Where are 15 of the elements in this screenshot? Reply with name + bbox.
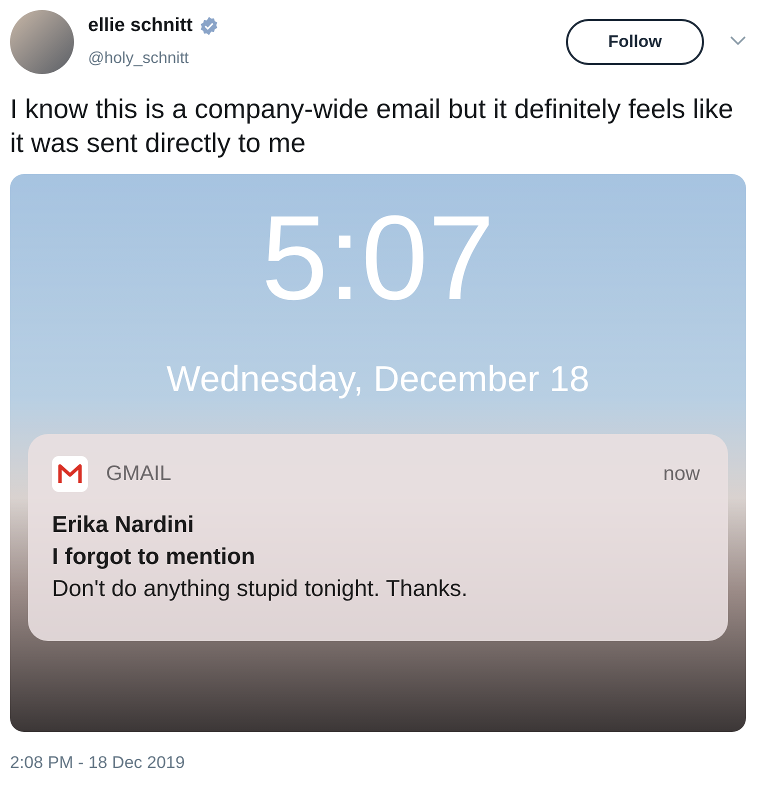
notification-card[interactable]: GMAIL now Erika Nardini I forgot to mention Don't do anything stupid tonight. Thanks. — [28, 434, 728, 641]
tweet-timestamp[interactable]: 2:08 PM - 18 Dec 2019 — [10, 750, 758, 776]
follow-button[interactable]: Follow — [566, 19, 704, 65]
notification-subject: I forgot to mention — [52, 542, 256, 571]
notification-sender: Erika Nardini — [52, 510, 195, 539]
mail-app-icon — [52, 456, 88, 492]
notification-body: Don't do anything stupid tonight. Thanks. — [52, 574, 469, 603]
author-handle[interactable]: @holy_schnitt — [88, 46, 219, 70]
author-name[interactable]: ellie schnitt — [88, 12, 193, 40]
tweet-text: I know this is a company-wide email but it definitely feels like it was sent directly to me — [10, 93, 734, 160]
app-name: GMAIL — [106, 461, 172, 488]
lock-screen-date: Wednesday, December 18 — [166, 358, 590, 400]
chevron-down-icon[interactable] — [730, 36, 746, 46]
lock-screen-time: 5:07 — [261, 190, 495, 327]
notification-time: now — [663, 462, 700, 487]
